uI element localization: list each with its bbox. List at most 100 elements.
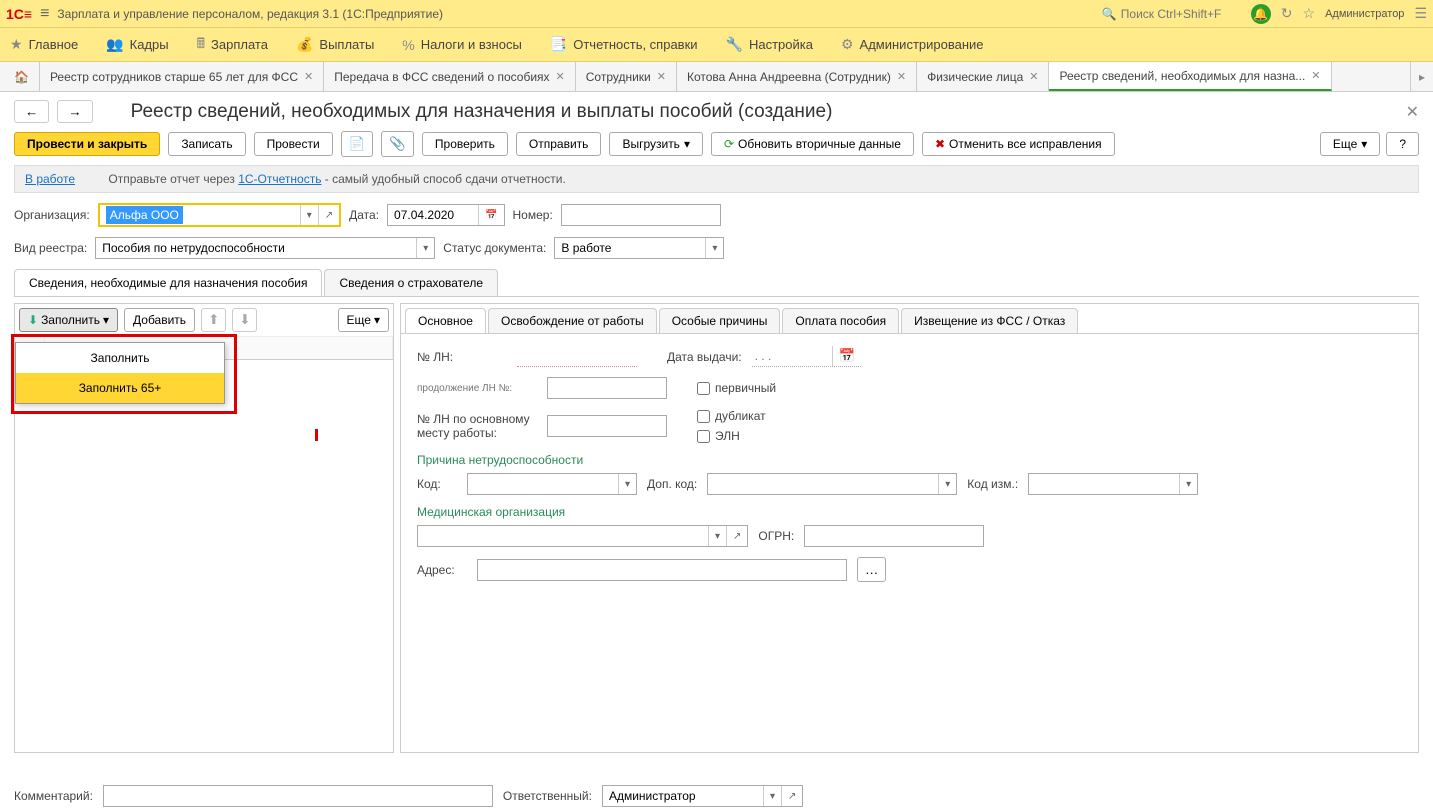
export-button[interactable]: Выгрузить ▾ bbox=[609, 132, 703, 156]
write-button[interactable]: Записать bbox=[168, 132, 245, 156]
docstatus-input[interactable] bbox=[555, 238, 705, 258]
add-button[interactable]: Добавить bbox=[124, 308, 195, 332]
user-label[interactable]: Администратор bbox=[1325, 8, 1404, 20]
menu-personnel[interactable]: 👥Кадры bbox=[106, 36, 168, 53]
reporting-link[interactable]: 1С-Отчетность bbox=[238, 172, 321, 186]
issue-date-input[interactable] bbox=[752, 346, 832, 366]
address-edit-button[interactable]: … bbox=[857, 557, 886, 582]
ln-input[interactable] bbox=[517, 347, 637, 367]
close-icon[interactable]: ✕ bbox=[304, 70, 313, 83]
menu-taxes[interactable]: %Налоги и взносы bbox=[402, 37, 522, 53]
dropdown-icon[interactable]: ▾ bbox=[300, 205, 318, 225]
close-icon[interactable]: ✕ bbox=[556, 70, 565, 83]
ogrn-input[interactable] bbox=[804, 525, 984, 547]
menu-salary[interactable]: 🖩Зарплата bbox=[197, 33, 268, 57]
dropdown-icon[interactable]: ▾ bbox=[763, 786, 781, 806]
dropdown-fill[interactable]: Заполнить bbox=[16, 343, 224, 373]
open-icon[interactable]: ↗ bbox=[318, 205, 339, 225]
inner-tab-benefit-info[interactable]: Сведения, необходимые для назначения пос… bbox=[14, 269, 322, 296]
refresh-secondary-button[interactable]: ⟳ Обновить вторичные данные bbox=[711, 132, 914, 156]
ln-label: № ЛН: bbox=[417, 350, 507, 364]
tab-4[interactable]: Физические лица✕ bbox=[917, 62, 1049, 91]
more-button[interactable]: Еще ▾ bbox=[1320, 132, 1380, 156]
number-input[interactable] bbox=[561, 204, 721, 226]
eln-checkbox[interactable]: ЭЛН bbox=[697, 429, 766, 443]
history-icon[interactable]: ↻ bbox=[1281, 5, 1293, 22]
dropdown-icon[interactable]: ▾ bbox=[938, 474, 956, 494]
close-page-icon[interactable]: ✕ bbox=[1406, 102, 1419, 122]
post-button[interactable]: Провести bbox=[254, 132, 333, 156]
regtype-input[interactable] bbox=[96, 238, 416, 258]
codechange-combo[interactable]: ▾ bbox=[1028, 473, 1198, 495]
address-input[interactable] bbox=[477, 559, 847, 581]
regtype-combo[interactable]: ▾ bbox=[95, 237, 435, 259]
subtab-payment[interactable]: Оплата пособия bbox=[782, 308, 899, 333]
ln-main-input[interactable] bbox=[547, 415, 667, 437]
report-icon-button[interactable]: 📄 bbox=[341, 131, 374, 157]
settings-icon[interactable]: ☰ bbox=[1414, 5, 1427, 22]
menu-payments[interactable]: 💰Выплаты bbox=[296, 36, 374, 53]
open-icon[interactable]: ↗ bbox=[726, 526, 747, 546]
notifications-icon[interactable]: 🔔 bbox=[1251, 4, 1271, 24]
dropdown-icon[interactable]: ▾ bbox=[705, 238, 723, 258]
nav-back-button[interactable]: ← bbox=[14, 100, 49, 123]
close-icon[interactable]: ✕ bbox=[657, 70, 666, 83]
search-box[interactable]: 🔍 bbox=[1102, 7, 1241, 21]
post-and-close-button[interactable]: Провести и закрыть bbox=[14, 132, 160, 156]
subtab-fss-notice[interactable]: Извещение из ФСС / Отказ bbox=[901, 308, 1078, 333]
status-link[interactable]: В работе bbox=[25, 172, 75, 186]
move-down-button[interactable]: ⬇ bbox=[232, 308, 257, 332]
attachment-icon-button[interactable]: 📎 bbox=[381, 131, 414, 157]
duplicate-checkbox[interactable]: дубликат bbox=[697, 409, 766, 423]
menu-main[interactable]: ★Главное bbox=[10, 36, 78, 53]
date-field[interactable]: 📅 bbox=[387, 204, 504, 226]
calendar-icon[interactable]: 📅 bbox=[832, 346, 862, 366]
tab-scroll-right[interactable]: ▸ bbox=[1410, 62, 1433, 91]
fill-button[interactable]: ⬇ Заполнить ▾ bbox=[19, 308, 118, 332]
home-tab[interactable]: 🏠 bbox=[4, 62, 40, 91]
menu-admin[interactable]: ⚙Администрирование bbox=[841, 36, 984, 53]
subtab-leave[interactable]: Освобождение от работы bbox=[488, 308, 657, 333]
comment-input[interactable] bbox=[103, 785, 493, 807]
docstatus-combo[interactable]: ▾ bbox=[554, 237, 724, 259]
medorg-combo[interactable]: ▾↗ bbox=[417, 525, 748, 547]
subtab-special[interactable]: Особые причины bbox=[659, 308, 781, 333]
calendar-icon[interactable]: 📅 bbox=[478, 205, 503, 225]
dropdown-icon[interactable]: ▾ bbox=[618, 474, 636, 494]
responsible-combo[interactable]: ▾ ↗ bbox=[602, 785, 803, 807]
tab-3[interactable]: Котова Анна Андреевна (Сотрудник)✕ bbox=[677, 62, 917, 91]
subtab-main[interactable]: Основное bbox=[405, 308, 486, 333]
search-input[interactable] bbox=[1121, 7, 1241, 21]
nav-forward-button[interactable]: → bbox=[57, 100, 92, 123]
dropdown-fill-65[interactable]: Заполнить 65+ bbox=[16, 373, 224, 403]
more-button[interactable]: Еще ▾ bbox=[338, 308, 389, 332]
responsible-input[interactable] bbox=[603, 786, 763, 806]
tab-5[interactable]: Реестр сведений, необходимых для назна..… bbox=[1049, 62, 1331, 91]
close-icon[interactable]: ✕ bbox=[1311, 69, 1320, 82]
close-icon[interactable]: ✕ bbox=[1029, 70, 1038, 83]
open-icon[interactable]: ↗ bbox=[781, 786, 802, 806]
inner-tab-insurer-info[interactable]: Сведения о страхователе bbox=[324, 269, 498, 296]
menu-toggle-icon[interactable]: ≡ bbox=[40, 5, 49, 23]
dropdown-icon[interactable]: ▾ bbox=[708, 526, 726, 546]
menu-settings[interactable]: 🔧Настройка bbox=[726, 36, 813, 53]
continuation-input[interactable] bbox=[547, 377, 667, 399]
cancel-fixes-button[interactable]: ✖ Отменить все исправления bbox=[922, 132, 1115, 156]
code-combo[interactable]: ▾ bbox=[467, 473, 637, 495]
menu-reports[interactable]: 📑Отчетность, справки bbox=[550, 36, 698, 53]
check-button[interactable]: Проверить bbox=[422, 132, 508, 156]
dropdown-icon[interactable]: ▾ bbox=[416, 238, 434, 258]
help-button[interactable]: ? bbox=[1386, 132, 1419, 156]
addcode-combo[interactable]: ▾ bbox=[707, 473, 957, 495]
move-up-button[interactable]: ⬆ bbox=[201, 308, 226, 332]
close-icon[interactable]: ✕ bbox=[897, 70, 906, 83]
tab-2[interactable]: Сотрудники✕ bbox=[576, 62, 677, 91]
favorites-icon[interactable]: ☆ bbox=[1303, 5, 1316, 22]
org-combo[interactable]: Альфа ООО ▾ ↗ bbox=[98, 203, 341, 227]
tab-1[interactable]: Передача в ФСС сведений о пособиях✕ bbox=[324, 62, 576, 91]
date-input[interactable] bbox=[388, 205, 478, 225]
primary-checkbox[interactable]: первичный bbox=[697, 381, 776, 395]
tab-0[interactable]: Реестр сотрудников старше 65 лет для ФСС… bbox=[40, 62, 324, 91]
dropdown-icon[interactable]: ▾ bbox=[1179, 474, 1197, 494]
send-button[interactable]: Отправить bbox=[516, 132, 602, 156]
